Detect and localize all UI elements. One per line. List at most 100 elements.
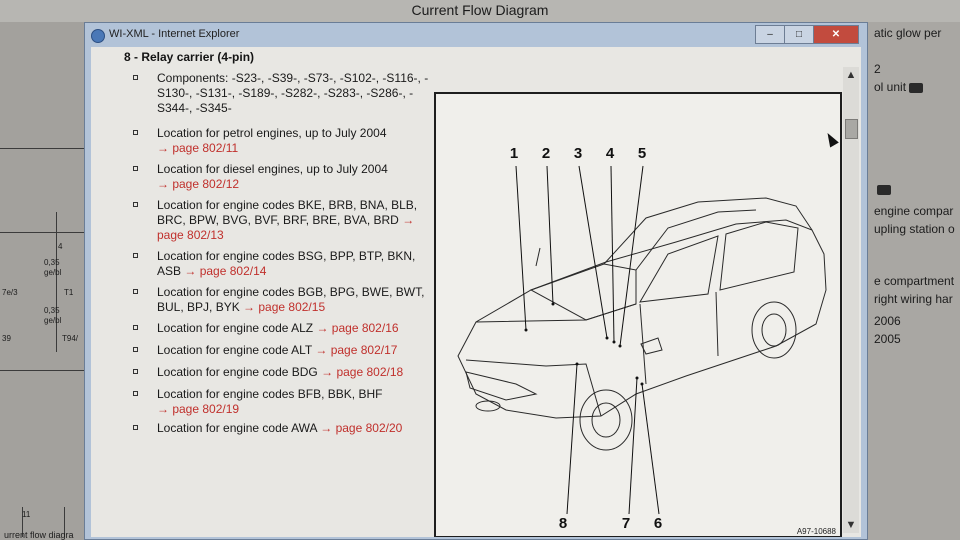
list-item-text: Location for engine code ALT — [157, 343, 313, 357]
list-item-text: Location for engine codes BKE, BRB, BNA,… — [157, 198, 418, 227]
list-item-text: Location for engine code AWA — [157, 421, 317, 435]
location-dot — [640, 382, 644, 386]
list-item-text: Location for engine codes BFB, BBK, BHF — [157, 387, 383, 401]
ie-window: WI-XML - Internet Explorer – □ ✕ 8 - Rel… — [84, 22, 868, 540]
camera-icon[interactable] — [909, 82, 924, 93]
background-wiring-diagram: 4 0,35 ge/bl T1 0,35 ge/bl T94/ 7e/3 39 … — [0, 22, 84, 540]
car-headlight — [465, 371, 538, 401]
list-item-text: Location for engine code BDG — [157, 365, 318, 379]
leader-line-5 — [619, 165, 644, 347]
callout-4: 4 — [606, 145, 615, 162]
list-item-body: Location for engine code AWA → page 802/… — [157, 421, 437, 436]
wire-label: 0,35 — [44, 258, 60, 267]
background-window-title: Current Flow Diagram — [411, 2, 549, 18]
car-rear-window — [719, 221, 799, 291]
car-hood — [475, 303, 637, 323]
background-text: right wiring har — [874, 292, 953, 306]
close-button[interactable]: ✕ — [813, 25, 859, 44]
background-text: upling station o — [874, 222, 955, 236]
bullet-icon — [133, 75, 138, 80]
wire-label: 4 — [58, 242, 63, 251]
list-item-body: Location for engine codes BKE, BRB, BNA,… — [157, 198, 437, 243]
list-item-text: Components: -S23-, -S39-, -S73-, -S102-,… — [157, 71, 429, 115]
wire-label: ge/bl — [44, 268, 62, 277]
list-item-body: Location for engine codes BFB, BBK, BHF →… — [157, 387, 437, 417]
list-item-body: Location for petrol engines, up to July … — [157, 126, 437, 156]
background-text: engine compar — [874, 204, 954, 218]
wire-label: T94/ — [62, 334, 79, 343]
location-dot — [524, 328, 528, 332]
callout-3: 3 — [574, 145, 582, 162]
bullet-icon — [133, 425, 138, 430]
page-link[interactable]: → page 802/14 — [184, 264, 266, 278]
camera-icon[interactable] — [877, 184, 891, 195]
camera-icon-row — [874, 182, 891, 196]
page-link[interactable]: → page 802/11 — [157, 141, 238, 155]
scroll-thumb[interactable] — [845, 119, 858, 139]
bullet-icon — [133, 391, 138, 396]
background-text: ol unit — [874, 80, 924, 94]
callout-6: 6 — [654, 515, 662, 532]
minimize-button[interactable]: – — [755, 25, 785, 44]
ie-logo-icon — [91, 29, 105, 43]
document-content: 8 - Relay carrier (4-pin) Components: -S… — [91, 47, 861, 537]
wire-label: 0,35 — [44, 306, 60, 315]
car-location-figure: 1 2 3 4 5 8 7 6 A97-10688 — [434, 92, 842, 537]
callout-5: 5 — [638, 145, 646, 162]
wire-label: 11 — [22, 510, 31, 519]
scroll-up-arrow-icon[interactable]: ▲ — [843, 67, 859, 83]
wire-line — [0, 370, 84, 371]
window-title: WI-XML - Internet Explorer — [109, 28, 240, 40]
background-text-label: ol unit — [874, 80, 907, 94]
list-item-body: Location for engine codes BSG, BPP, BTP,… — [157, 249, 437, 279]
leader-line-8 — [566, 363, 578, 515]
page-link[interactable]: → page 802/18 — [321, 365, 403, 379]
wire-label: 7e/3 — [2, 288, 18, 297]
window-titlebar[interactable]: WI-XML - Internet Explorer – □ ✕ — [85, 23, 867, 47]
leader-line-7 — [628, 377, 638, 515]
car-outline — [457, 197, 827, 451]
callout-1: 1 — [510, 145, 518, 162]
page-link[interactable]: → page 802/12 — [157, 177, 239, 191]
location-dot — [551, 302, 555, 306]
page-link[interactable]: → page 802/20 — [320, 421, 402, 435]
front-wheel — [579, 389, 633, 451]
background-text: e compartment — [874, 274, 955, 288]
page-link[interactable]: → page 802/17 — [315, 343, 397, 357]
list-item-text: Location for engine code ALZ — [157, 321, 314, 335]
car-roof-line — [635, 209, 757, 271]
callout-8: 8 — [559, 515, 567, 532]
background-text: 2005 — [874, 332, 901, 346]
window-controls: – □ ✕ — [755, 25, 859, 44]
wire-line — [0, 232, 84, 233]
wire-label: urrent flow diagra — [4, 530, 74, 540]
bullet-icon — [133, 202, 138, 207]
front-wheel-rim — [591, 402, 621, 438]
scroll-down-arrow-icon[interactable]: ▼ — [843, 517, 859, 533]
maximize-button[interactable]: □ — [784, 25, 814, 44]
list-item-text: Location for diesel engines, up to July … — [157, 162, 388, 176]
list-item-body: Location for diesel engines, up to July … — [157, 162, 437, 192]
page-link[interactable]: → page 802/19 — [157, 402, 239, 416]
background-text: 2 — [874, 62, 881, 76]
car-bumper-line — [465, 359, 602, 417]
background-text: 2006 — [874, 314, 901, 328]
leader-line-3 — [578, 165, 608, 339]
vertical-scrollbar[interactable]: ▲ ▼ — [843, 67, 859, 533]
list-item-body: Location for engine code BDG → page 802/… — [157, 365, 437, 380]
rear-wheel — [751, 301, 797, 359]
wire-label: ge/bl — [44, 316, 62, 325]
wire-label: T1 — [64, 288, 74, 297]
car-illustration: 1 2 3 4 5 8 7 6 — [457, 145, 827, 532]
bullet-icon — [133, 289, 138, 294]
page-link[interactable]: → page 802/15 — [243, 300, 325, 314]
list-item-body: Location for engine codes BGB, BPG, BWE,… — [157, 285, 437, 315]
list-item-body: Location for engine code ALT → page 802/… — [157, 343, 437, 358]
car-body — [457, 219, 827, 419]
page-link[interactable]: → page 802/16 — [316, 321, 398, 335]
car-logo — [475, 400, 501, 412]
location-dot — [635, 376, 639, 380]
leader-line-1 — [515, 165, 527, 331]
bullet-icon — [133, 166, 138, 171]
bullet-icon — [133, 369, 138, 374]
